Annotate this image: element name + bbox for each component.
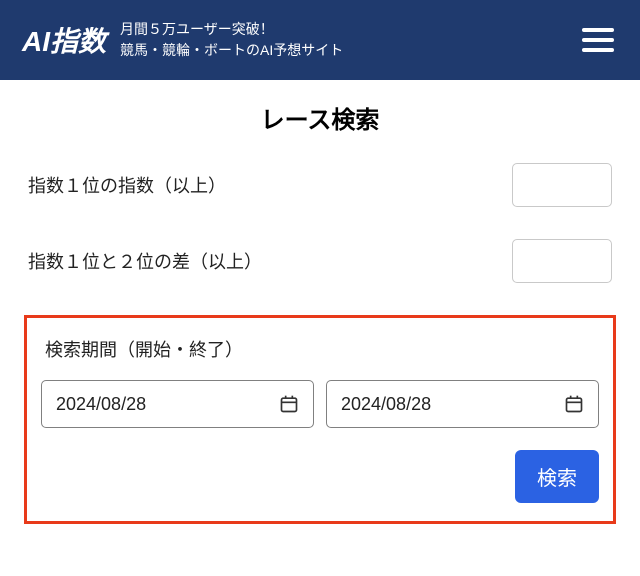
index1-input[interactable]	[512, 163, 612, 207]
page-title: レース検索	[24, 100, 616, 135]
tagline-line-1: 月間５万ユーザー突破！	[120, 19, 343, 40]
date-start-text: 2024/08/28	[56, 394, 146, 415]
app-header: AI指数 月間５万ユーザー突破！ 競馬・競輪・ボートのAI予想サイト	[0, 0, 640, 80]
index1-row: 指数１位の指数（以上）	[24, 163, 616, 207]
diff-row: 指数１位と２位の差（以上）	[24, 239, 616, 283]
diff-input[interactable]	[512, 239, 612, 283]
tagline-line-2: 競馬・競輪・ボートのAI予想サイト	[120, 40, 343, 61]
date-row: 2024/08/28 2024/08/28	[41, 380, 599, 428]
diff-label: 指数１位と２位の差（以上）	[28, 248, 262, 274]
date-end-input[interactable]: 2024/08/28	[326, 380, 599, 428]
logo[interactable]: AI指数	[22, 20, 106, 60]
search-button[interactable]: 検索	[515, 450, 599, 503]
date-end-text: 2024/08/28	[341, 394, 431, 415]
tagline: 月間５万ユーザー突破！ 競馬・競輪・ボートのAI予想サイト	[120, 19, 343, 61]
period-highlight-box: 検索期間（開始・終了） 2024/08/28 2024/08/28	[24, 315, 616, 524]
header-left: AI指数 月間５万ユーザー突破！ 競馬・競輪・ボートのAI予想サイト	[22, 19, 343, 61]
date-start-input[interactable]: 2024/08/28	[41, 380, 314, 428]
main-content: レース検索 指数１位の指数（以上） 指数１位と２位の差（以上） 検索期間（開始・…	[0, 80, 640, 544]
calendar-icon	[564, 394, 584, 414]
index1-label: 指数１位の指数（以上）	[28, 172, 226, 198]
calendar-icon	[279, 394, 299, 414]
search-row: 検索	[41, 450, 599, 503]
period-label: 検索期間（開始・終了）	[41, 336, 599, 362]
hamburger-menu-icon[interactable]	[578, 24, 618, 56]
